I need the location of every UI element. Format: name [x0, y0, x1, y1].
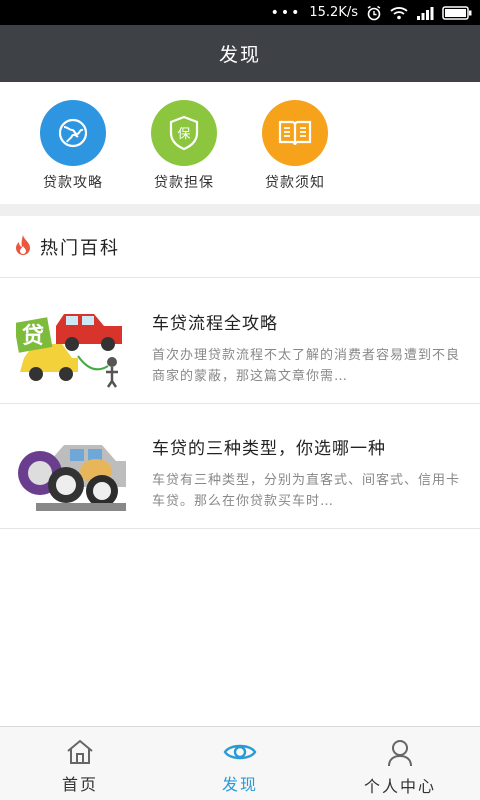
article-item[interactable]: 车贷的三种类型，你选哪一种 车贷有三种类型，分别为直客式、间客式、信用卡车贷。那…	[0, 404, 480, 529]
nav-item-home[interactable]: 首页	[0, 727, 160, 800]
nav-item-profile[interactable]: 个人中心	[320, 727, 480, 800]
alarm-icon	[366, 5, 382, 21]
quick-item-label: 贷款担保	[154, 175, 214, 191]
signal-icon	[416, 6, 434, 20]
quick-item-label: 贷款攻略	[43, 175, 103, 191]
globe-icon	[40, 100, 106, 166]
flame-icon	[14, 234, 32, 260]
article-thumbnail: 贷	[13, 296, 128, 388]
quick-item-loan-notice[interactable]: 贷款须知	[239, 100, 351, 192]
status-bar: ••• 15.2K/s	[0, 0, 480, 25]
article-description: 首次办理贷款流程不太了解的消费者容易遭到不良商家的蒙蔽，那这篇文章你需…	[152, 348, 461, 384]
quick-item-loan-guarantee[interactable]: 保 贷款担保	[128, 100, 240, 192]
article-thumbnail	[16, 421, 128, 513]
section-header: 热门百科	[0, 216, 480, 278]
eye-icon	[223, 739, 257, 769]
quick-item-loan-guide[interactable]: 贷款攻略	[17, 100, 129, 192]
article-title: 车贷的三种类型，你选哪一种	[152, 439, 386, 459]
section-title: 热门百科	[40, 237, 120, 259]
nav-label: 首页	[61, 775, 98, 794]
nav-item-discover[interactable]: 发现	[160, 727, 320, 800]
thumbnail-text: 贷	[22, 323, 44, 349]
home-icon	[65, 739, 95, 769]
shield-icon: 保	[151, 100, 217, 166]
notification-dots: •••	[270, 4, 302, 21]
bottom-nav: 首页 发现 个人中心	[0, 726, 480, 800]
article-item[interactable]: 贷 车贷流程全攻略 首次办理贷款流程不太了解的消费者容易遭到不良商家的蒙蔽，那这…	[0, 279, 480, 404]
quick-item-label: 贷款须知	[265, 175, 325, 191]
user-icon	[386, 739, 414, 771]
quick-menu: 贷款攻略 保 贷款担保 贷款须知	[0, 82, 480, 204]
wifi-icon	[390, 6, 408, 20]
book-icon	[262, 100, 328, 166]
shield-glyph: 保	[177, 127, 190, 142]
battery-icon	[442, 5, 472, 20]
nav-label: 发现	[221, 775, 258, 794]
article-description: 车贷有三种类型，分别为直客式、间客式、信用卡车贷。那么在你贷款买车时…	[152, 473, 461, 509]
app-header: 发现	[0, 25, 480, 82]
page-title: 发现	[218, 44, 261, 66]
network-speed: 15.2K/s	[309, 5, 358, 20]
section-divider	[0, 204, 480, 216]
nav-label: 个人中心	[363, 777, 436, 796]
article-title: 车贷流程全攻略	[152, 314, 278, 334]
